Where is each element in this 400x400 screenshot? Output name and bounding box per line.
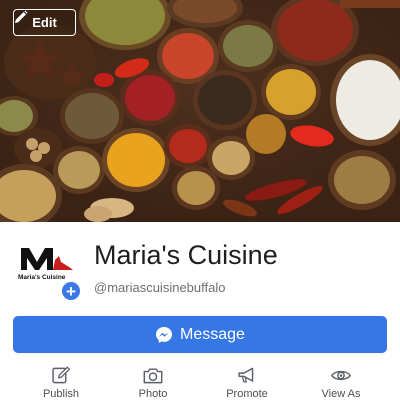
message-button-label: Message [180, 325, 245, 343]
page-title: Maria's Cuisine [94, 240, 278, 270]
photo-label: Photo [138, 388, 168, 400]
publish-action[interactable]: Publish [21, 366, 101, 400]
plus-icon: + [66, 281, 76, 301]
page-actions-bar: Publish Photo Promote View As [0, 366, 400, 400]
pencil-icon [15, 10, 28, 23]
message-button[interactable]: Message [13, 316, 387, 353]
edit-label: Edit [32, 15, 57, 30]
publish-label: Publish [42, 388, 80, 400]
cover-photo[interactable]: Edit [0, 0, 400, 222]
messenger-icon [156, 326, 173, 343]
logo-text: Maria's Cuisine [18, 274, 66, 281]
camera-icon [143, 368, 163, 384]
promote-label: Promote [226, 388, 268, 400]
megaphone-icon [238, 367, 254, 383]
add-profile-photo-button[interactable]: + [60, 280, 82, 302]
eye-icon [331, 370, 351, 381]
view-as-label: View As [321, 388, 361, 400]
edit-cover-button[interactable]: Edit [13, 9, 76, 36]
page-username: @mariascuisinebuffalo [94, 280, 226, 295]
photo-action[interactable]: Photo [113, 366, 193, 400]
pencil-icon [52, 366, 70, 384]
promote-action[interactable]: Promote [207, 366, 287, 400]
view-as-action[interactable]: View As [301, 366, 381, 400]
